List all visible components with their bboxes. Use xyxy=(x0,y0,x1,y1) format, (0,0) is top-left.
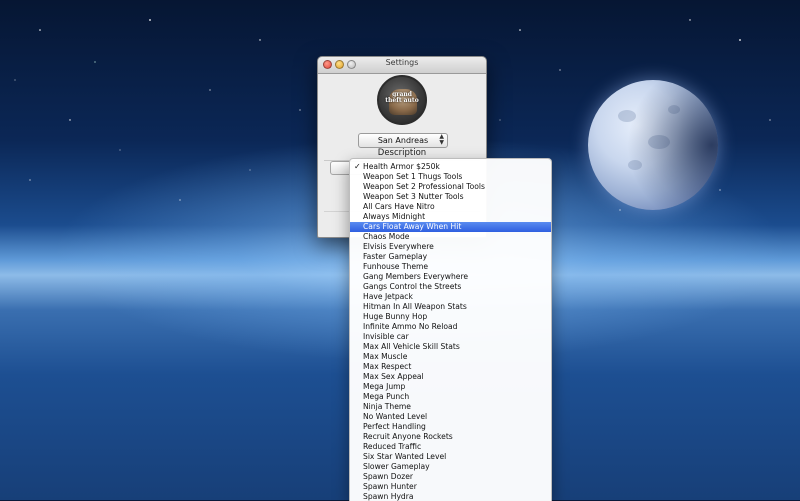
titlebar[interactable]: Settings xyxy=(318,57,486,74)
select-arrows-icon: ▲ ▼ xyxy=(439,133,444,146)
menu-item-label: Mega Jump xyxy=(363,382,406,391)
checkmark-icon: ✓ xyxy=(354,162,361,171)
menu-item[interactable]: Spawn Hunter xyxy=(350,482,551,492)
menu-item[interactable]: Gang Members Everywhere xyxy=(350,272,551,282)
menu-item[interactable]: Always Midnight xyxy=(350,212,551,222)
description-label: Description xyxy=(377,148,427,158)
menu-item[interactable]: Hitman In All Weapon Stats xyxy=(350,302,551,312)
menu-item-label: Max Muscle xyxy=(363,352,408,361)
menu-item[interactable]: Max Respect xyxy=(350,362,551,372)
menu-item[interactable]: Have Jetpack xyxy=(350,292,551,302)
logo-text: grand theft auto xyxy=(385,91,419,104)
gta-logo: grand theft auto xyxy=(377,75,427,125)
menu-item[interactable]: Faster Gameplay xyxy=(350,252,551,262)
menu-item-label: Always Midnight xyxy=(363,212,426,221)
menu-item[interactable]: Weapon Set 1 Thugs Tools xyxy=(350,172,551,182)
menu-item[interactable]: Weapon Set 2 Professional Tools xyxy=(350,182,551,192)
window-title: Settings xyxy=(385,58,419,67)
menu-item[interactable]: Mega Jump xyxy=(350,382,551,392)
menu-item-label: Elvisis Everywhere xyxy=(363,242,434,251)
menu-item[interactable]: Max Muscle xyxy=(350,352,551,362)
menu-items-list: ✓ Health Armor $250k Weapon Set 1 Thugs To… xyxy=(350,162,551,501)
menu-item-label: Invisible car xyxy=(363,332,409,341)
menu-item[interactable]: Elvisis Everywhere xyxy=(350,242,551,252)
menu-item[interactable]: All Cars Have Nitro xyxy=(350,202,551,212)
menu-item[interactable]: Infinite Ammo No Reload xyxy=(350,322,551,332)
menu-item-label: Gang Members Everywhere xyxy=(363,272,469,281)
menu-item-label: Spawn Hunter xyxy=(363,482,417,491)
menu-item[interactable]: Reduced Traffic xyxy=(350,442,551,452)
game-select[interactable]: San Andreas ▲ ▼ xyxy=(358,133,448,148)
menu-item[interactable]: ✓ Health Armor $250k xyxy=(350,162,551,172)
menu-item[interactable]: Funhouse Theme xyxy=(350,262,551,272)
menu-item[interactable]: Mega Punch xyxy=(350,392,551,402)
menu-item[interactable]: Invisible car xyxy=(350,332,551,342)
menu-item-label: Weapon Set 1 Thugs Tools xyxy=(363,172,463,181)
menu-item[interactable]: Huge Bunny Hop xyxy=(350,312,551,322)
menu-item-label: Weapon Set 2 Professional Tools xyxy=(363,182,485,191)
menu-item[interactable]: Spawn Dozer xyxy=(350,472,551,482)
menu-item-label: Spawn Dozer xyxy=(363,472,414,481)
menu-item-label: Max Respect xyxy=(363,362,412,371)
menu-item[interactable]: Gangs Control the Streets xyxy=(350,282,551,292)
menu-item-label: All Cars Have Nitro xyxy=(363,202,435,211)
menu-item-label: Weapon Set 3 Nutter Tools xyxy=(363,192,464,201)
menu-item[interactable]: Slower Gameplay xyxy=(350,462,551,472)
menu-item[interactable]: Chaos Mode xyxy=(350,232,551,242)
menu-item[interactable]: Max All Vehicle Skill Stats xyxy=(350,342,551,352)
game-select-value: San Andreas xyxy=(377,136,429,145)
cheat-dropdown-menu: ✓ Health Armor $250k Weapon Set 1 Thugs To… xyxy=(349,158,552,501)
menu-item-label: Reduced Traffic xyxy=(363,442,422,451)
menu-item-label: Have Jetpack xyxy=(363,292,413,301)
menu-item[interactable]: No Wanted Level xyxy=(350,412,551,422)
menu-item[interactable]: Weapon Set 3 Nutter Tools xyxy=(350,192,551,202)
menu-item-label: Chaos Mode xyxy=(363,232,410,241)
menu-item-label: Cars Float Away When Hit xyxy=(363,222,462,231)
menu-item[interactable]: Perfect Handling xyxy=(350,422,551,432)
menu-item-label: Ninja Theme xyxy=(363,402,411,411)
menu-item-label: Recruit Anyone Rockets xyxy=(363,432,453,441)
menu-item-label: No Wanted Level xyxy=(363,412,428,421)
menu-item[interactable]: Cars Float Away When Hit xyxy=(350,222,551,232)
menu-item-label: Six Star Wanted Level xyxy=(363,452,447,461)
menu-item[interactable]: Max Sex Appeal xyxy=(350,372,551,382)
menu-item-label: Funhouse Theme xyxy=(363,262,429,271)
menu-item-label: Mega Punch xyxy=(363,392,410,401)
menu-item-label: Max All Vehicle Skill Stats xyxy=(363,342,460,351)
menu-item[interactable]: Recruit Anyone Rockets xyxy=(350,432,551,442)
menu-item-label: Max Sex Appeal xyxy=(363,372,424,381)
menu-item[interactable]: Six Star Wanted Level xyxy=(350,452,551,462)
menu-item-label: Huge Bunny Hop xyxy=(363,312,428,321)
menu-item-label: Infinite Ammo No Reload xyxy=(363,322,458,331)
menu-item-label: Faster Gameplay xyxy=(363,252,428,261)
menu-item-label: Gangs Control the Streets xyxy=(363,282,462,291)
menu-item[interactable]: Ninja Theme xyxy=(350,402,551,412)
moon-image xyxy=(588,80,718,210)
menu-item-label: Hitman In All Weapon Stats xyxy=(363,302,467,311)
menu-item-label: Perfect Handling xyxy=(363,422,426,431)
menu-item-label: Health Armor $250k xyxy=(363,162,440,171)
menu-item-label: Slower Gameplay xyxy=(363,462,430,471)
